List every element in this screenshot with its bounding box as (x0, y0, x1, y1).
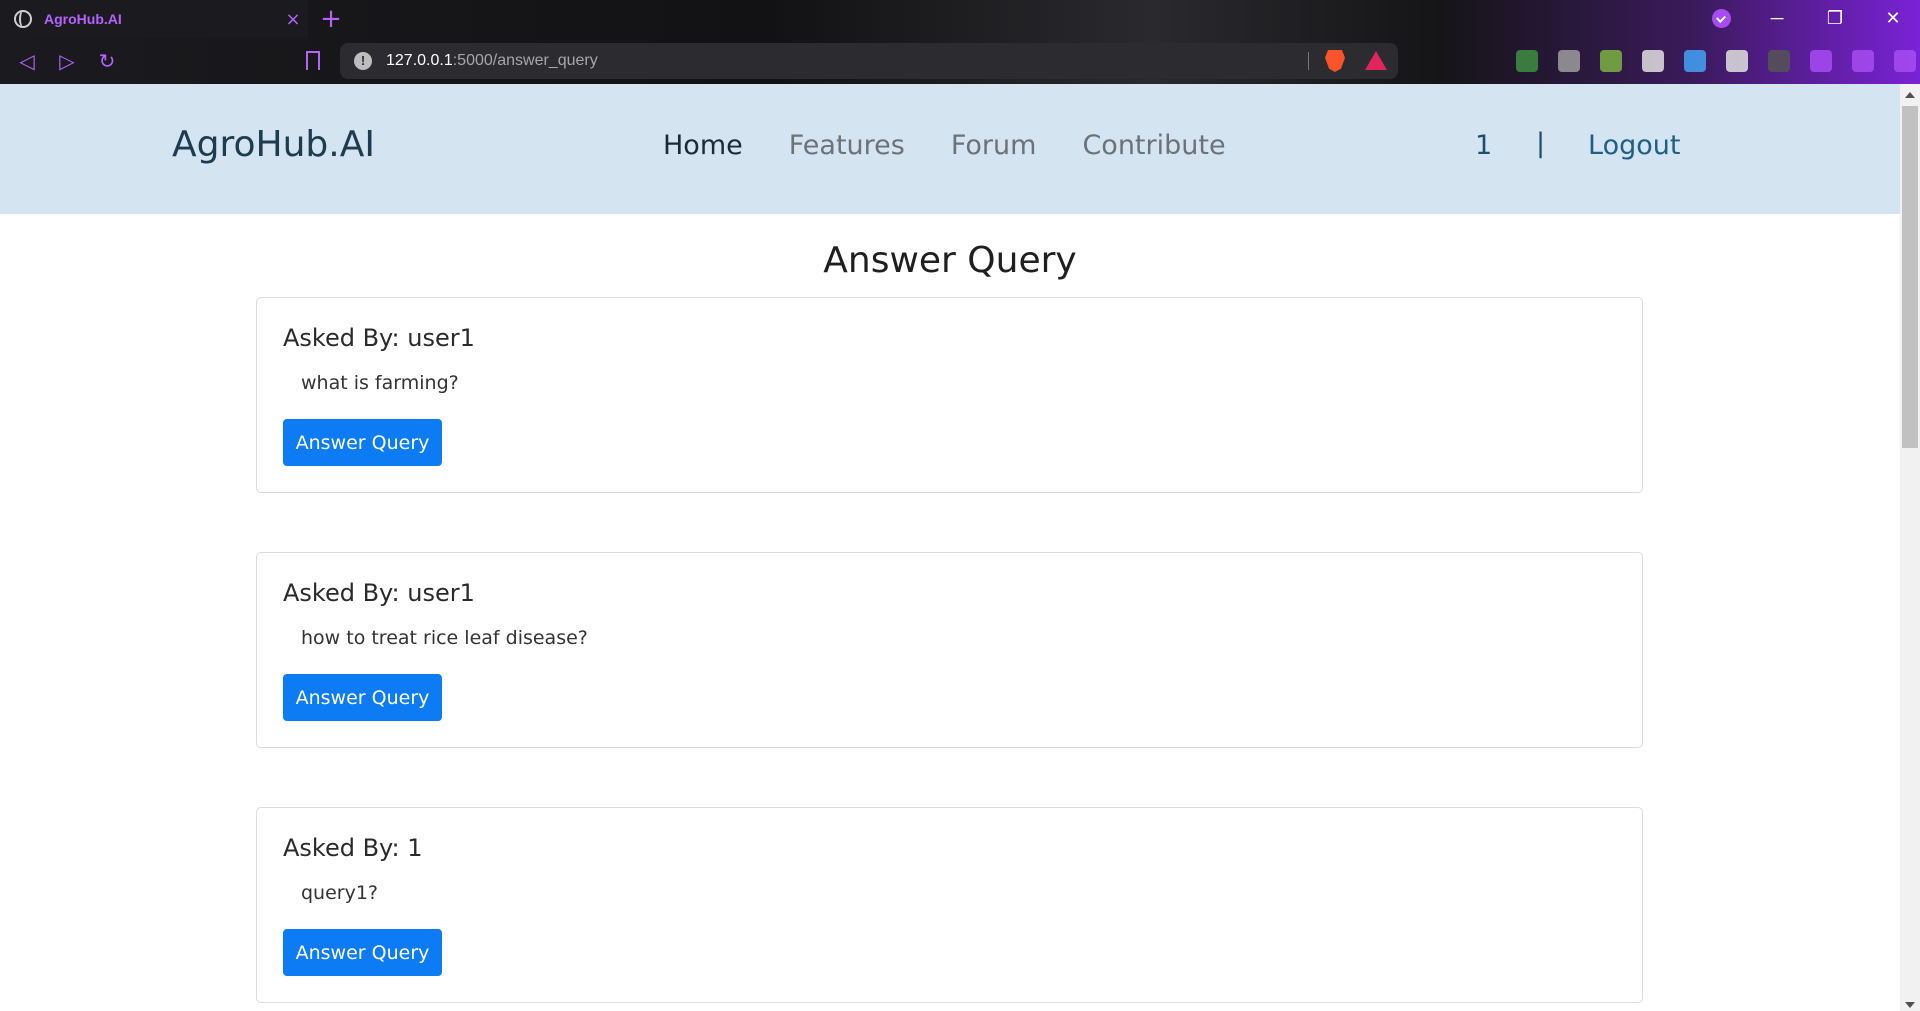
page-scrollbar[interactable] (1900, 84, 1920, 1011)
nav-contribute[interactable]: Contribute (1082, 130, 1225, 161)
tab-strip: AgroHub.AI × + ─ ❐ ✕ (0, 0, 1920, 38)
scroll-down-arrow-icon[interactable] (1905, 1002, 1915, 1008)
profile-check-icon[interactable] (1712, 9, 1731, 28)
brave-rewards-icon[interactable] (1365, 51, 1387, 70)
query-card: Asked By: 1 query1? Answer Query (256, 807, 1643, 1003)
current-user: 1 (1475, 130, 1493, 161)
brand-logo[interactable]: AgroHub.AI (172, 124, 375, 165)
close-tab-icon[interactable]: × (278, 9, 308, 30)
wave-extension-icon[interactable] (1684, 50, 1706, 72)
asked-by: Asked By: user1 (283, 579, 475, 607)
site-header: AgroHub.AI Home Features Forum Contribut… (0, 84, 1900, 214)
address-bar[interactable]: ! 127.0.0.1 :5000/answer_query (340, 43, 1398, 79)
query-text: what is farming? (301, 372, 459, 394)
answer-query-button[interactable]: Answer Query (283, 929, 442, 976)
asked-by: Asked By: 1 (283, 834, 423, 862)
minimize-button[interactable]: ─ (1748, 0, 1806, 36)
answer-query-button[interactable]: Answer Query (283, 674, 442, 721)
query-text: how to treat rice leaf disease? (301, 627, 588, 649)
puzzle-extension-icon[interactable] (1810, 50, 1832, 72)
browser-chrome: AgroHub.AI × + ─ ❐ ✕ ◁ ▷ ↻ ! 127.0.0.1 :… (0, 0, 1920, 84)
mouse-extension-icon[interactable] (1558, 50, 1580, 72)
tab-title: AgroHub.AI (44, 11, 122, 27)
react-extension-icon[interactable] (1726, 50, 1748, 72)
url-divider (1308, 52, 1309, 70)
header-separator: | (1536, 128, 1546, 159)
bracket-extension-icon[interactable] (1768, 50, 1790, 72)
scrollbar-thumb[interactable] (1902, 106, 1918, 448)
page-title: Answer Query (823, 240, 1077, 281)
globe-icon (14, 10, 32, 28)
browser-tab-active[interactable]: AgroHub.AI × (0, 0, 308, 38)
timer-extension-icon[interactable] (1642, 50, 1664, 72)
menu-icon[interactable] (1894, 50, 1916, 72)
back-arrow-icon[interactable]: ◁ (12, 46, 42, 76)
nav-features[interactable]: Features (789, 130, 905, 161)
close-window-button[interactable]: ✕ (1864, 0, 1920, 36)
brave-shields-icon[interactable] (1325, 50, 1345, 72)
asked-by: Asked By: user1 (283, 324, 475, 352)
wallet-extension-icon[interactable] (1852, 50, 1874, 72)
url-host: 127.0.0.1 (386, 52, 453, 69)
forward-arrow-icon[interactable]: ▷ (52, 46, 82, 76)
logout-link[interactable]: Logout (1588, 130, 1680, 161)
bookmark-icon[interactable] (306, 51, 320, 70)
browser-toolbar: ◁ ▷ ↻ ! 127.0.0.1 :5000/answer_query (0, 38, 1920, 84)
dollar-extension-icon[interactable] (1516, 50, 1538, 72)
tree-extension-icon[interactable] (1600, 50, 1622, 72)
scroll-up-arrow-icon[interactable] (1905, 92, 1915, 98)
reload-icon[interactable]: ↻ (92, 46, 122, 76)
query-card: Asked By: user1 what is farming? Answer … (256, 297, 1643, 493)
answer-query-button[interactable]: Answer Query (283, 419, 442, 466)
new-tab-button[interactable]: + (316, 4, 346, 34)
main-nav: Home Features Forum Contribute (663, 130, 1272, 161)
nav-home[interactable]: Home (663, 130, 743, 161)
nav-forum[interactable]: Forum (951, 130, 1037, 161)
query-card: Asked By: user1 how to treat rice leaf d… (256, 552, 1643, 748)
info-icon[interactable]: ! (354, 52, 372, 70)
restore-button[interactable]: ❐ (1806, 0, 1864, 36)
url-path: :5000/answer_query (452, 52, 598, 69)
query-text: query1? (301, 882, 379, 904)
